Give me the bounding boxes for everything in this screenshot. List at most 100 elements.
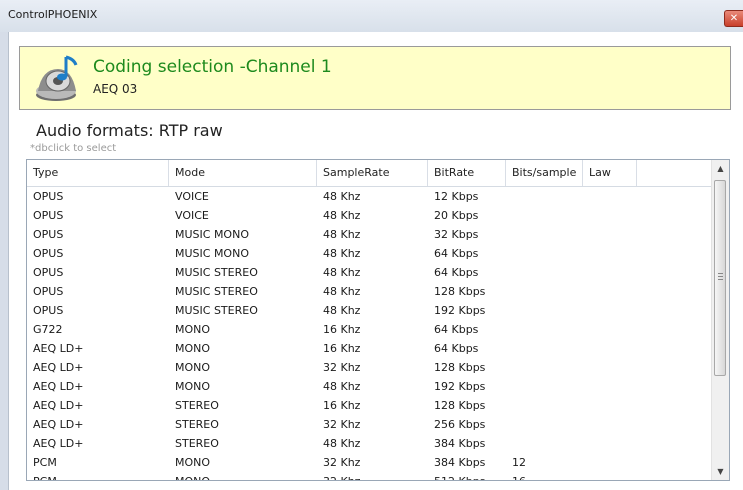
table-cell: 32 Khz xyxy=(323,418,361,431)
table-cell: 64 Kbps xyxy=(434,323,479,336)
table-row[interactable]: OPUS MUSIC MONO 48 Khz 32 Kbps xyxy=(27,225,713,244)
table-cell xyxy=(506,415,583,434)
audio-formats-title: Audio formats: RTP raw xyxy=(36,121,223,140)
table-cell: AEQ LD+ xyxy=(33,361,84,374)
table-cell: MUSIC STEREO xyxy=(175,266,258,279)
table-cell xyxy=(583,434,637,453)
table-cell: 128 Kbps xyxy=(434,285,486,298)
table-cell xyxy=(506,244,583,263)
grip-icon xyxy=(718,273,723,281)
table-cell: VOICE xyxy=(175,209,209,222)
table-row[interactable]: OPUS MUSIC STEREO 48 Khz 64 Kbps xyxy=(27,263,713,282)
table-cell xyxy=(506,263,583,282)
table-cell: 48 Khz xyxy=(323,437,361,450)
column-header[interactable] xyxy=(637,160,713,186)
table-cell xyxy=(583,263,637,282)
table-cell: 48 Khz xyxy=(323,247,361,260)
table-cell xyxy=(506,434,583,453)
table-cell: STEREO xyxy=(175,399,219,412)
table-row[interactable]: OPUS VOICE 48 Khz 12 Kbps xyxy=(27,187,713,206)
table-cell: 256 Kbps xyxy=(434,418,486,431)
table-row[interactable]: AEQ LD+ STEREO 32 Khz 256 Kbps xyxy=(27,415,713,434)
table-row[interactable]: OPUS VOICE 48 Khz 20 Kbps xyxy=(27,206,713,225)
table-cell: OPUS xyxy=(33,190,64,203)
table-cell xyxy=(583,472,637,480)
table-cell xyxy=(583,187,637,206)
table-cell xyxy=(506,206,583,225)
table-cell: AEQ LD+ xyxy=(33,342,84,355)
table-cell: 64 Kbps xyxy=(434,247,479,260)
table-cell xyxy=(583,396,637,415)
table-row[interactable]: OPUS MUSIC STEREO 48 Khz 192 Kbps xyxy=(27,301,713,320)
table-cell: 12 xyxy=(512,456,526,469)
table-cell: MONO xyxy=(175,323,211,336)
column-header[interactable]: BitRate xyxy=(428,160,506,186)
table-row[interactable]: OPUS MUSIC MONO 48 Khz 64 Kbps xyxy=(27,244,713,263)
table-cell: STEREO xyxy=(175,437,219,450)
table-cell: 128 Kbps xyxy=(434,361,486,374)
table-cell xyxy=(506,396,583,415)
table-cell: 48 Khz xyxy=(323,380,361,393)
table-cell: 16 xyxy=(506,472,583,480)
table-cell: 48 Khz xyxy=(323,228,361,241)
table-cell: MONO xyxy=(169,472,317,480)
table-cell: MUSIC MONO xyxy=(175,228,249,241)
table-cell xyxy=(583,206,637,225)
table-row[interactable]: OPUS MUSIC STEREO 48 Khz 128 Kbps xyxy=(27,282,713,301)
table-row[interactable]: AEQ LD+ MONO 32 Khz 128 Kbps xyxy=(27,358,713,377)
table-row[interactable]: AEQ LD+ STEREO 16 Khz 128 Kbps xyxy=(27,396,713,415)
table-cell xyxy=(506,282,583,301)
column-header[interactable]: Mode xyxy=(169,160,317,186)
table-cell xyxy=(583,415,637,434)
table-cell: 128 Kbps xyxy=(434,399,486,412)
table-cell: AEQ LD+ xyxy=(33,399,84,412)
table-header: Type Mode SampleRate BitRate Bits/sample Law xyxy=(27,160,713,187)
title-bar: ControlPHOENIX ✕ xyxy=(0,0,743,32)
column-header[interactable]: Law xyxy=(583,160,637,186)
table-cell: 48 Khz xyxy=(323,209,361,222)
table-row[interactable]: PCMMONO32 Khz512 Kbps16 xyxy=(27,472,713,480)
column-header[interactable]: Type xyxy=(27,160,169,186)
table-cell: OPUS xyxy=(33,228,64,241)
scrollbar-thumb[interactable] xyxy=(714,180,726,376)
table-cell xyxy=(506,358,583,377)
coding-header-panel: Coding selection -Channel 1 AEQ 03 xyxy=(19,46,731,110)
table-cell: MONO xyxy=(175,342,211,355)
scroll-up-arrow-icon[interactable]: ▲ xyxy=(712,160,729,177)
column-header[interactable]: SampleRate xyxy=(317,160,428,186)
vertical-scrollbar[interactable]: ▲ ▼ xyxy=(711,160,729,480)
table-cell: OPUS xyxy=(33,209,64,222)
table-cell: MUSIC STEREO xyxy=(175,285,258,298)
device-name: AEQ 03 xyxy=(93,82,138,96)
table-cell: 32 Khz xyxy=(323,361,361,374)
table-cell xyxy=(583,282,637,301)
table-cell xyxy=(506,377,583,396)
table-cell: 48 Khz xyxy=(323,285,361,298)
table-cell: 64 Kbps xyxy=(434,342,479,355)
table-cell: 16 Khz xyxy=(323,342,361,355)
table-cell: 16 Khz xyxy=(323,323,361,336)
table-cell: AEQ LD+ xyxy=(33,437,84,450)
close-button[interactable]: ✕ xyxy=(724,10,743,27)
table-cell: 64 Kbps xyxy=(434,266,479,279)
table-row[interactable]: PCM MONO 32 Khz 384 Kbps 12 xyxy=(27,453,713,472)
table-cell xyxy=(583,301,637,320)
table-row[interactable]: AEQ LD+ MONO 48 Khz 192 Kbps xyxy=(27,377,713,396)
table-cell: MONO xyxy=(175,361,211,374)
table-cell: OPUS xyxy=(33,304,64,317)
table-cell: 12 Kbps xyxy=(434,190,479,203)
table-cell: MONO xyxy=(175,456,211,469)
table-cell: 48 Khz xyxy=(323,304,361,317)
column-header[interactable]: Bits/sample xyxy=(506,160,583,186)
table-cell: MONO xyxy=(175,380,211,393)
table-row[interactable]: AEQ LD+ MONO 16 Khz 64 Kbps xyxy=(27,339,713,358)
table-row[interactable]: G722 MONO 16 Khz 64 Kbps xyxy=(27,320,713,339)
table-cell: 384 Kbps xyxy=(434,456,486,469)
table-cell: 48 Khz xyxy=(323,266,361,279)
table-row[interactable]: AEQ LD+ STEREO 48 Khz 384 Kbps xyxy=(27,434,713,453)
table-cell: VOICE xyxy=(175,190,209,203)
select-hint: *dbclick to select xyxy=(30,143,117,154)
scroll-down-arrow-icon[interactable]: ▼ xyxy=(712,463,729,480)
table-cell xyxy=(583,377,637,396)
table-cell: 32 Khz xyxy=(323,456,361,469)
